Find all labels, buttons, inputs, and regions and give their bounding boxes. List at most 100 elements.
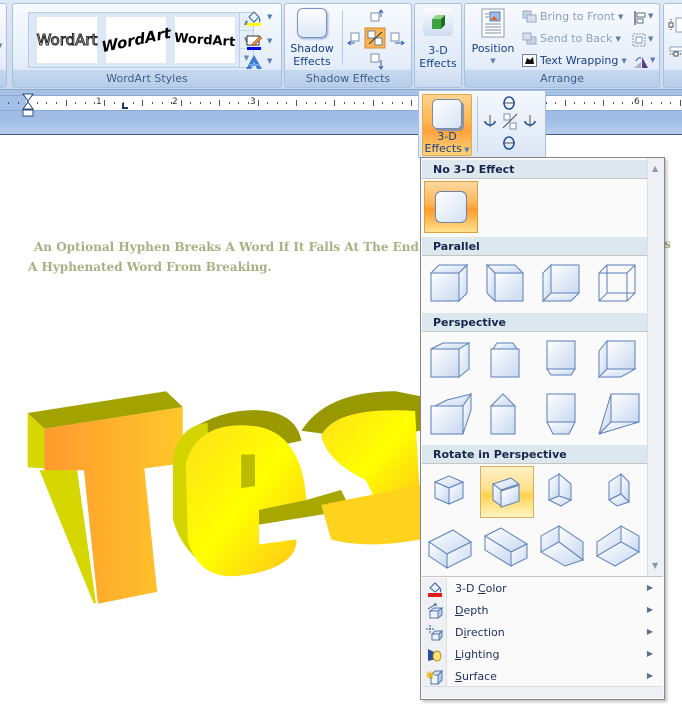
ruler-tick xyxy=(286,102,288,104)
ruler-tick xyxy=(17,102,19,104)
menu-item-3d-color[interactable]: 3-D Color ▶ xyxy=(422,578,663,600)
indent-marker-icon[interactable] xyxy=(22,93,34,117)
send-to-back-icon xyxy=(522,32,537,45)
green-cube-icon xyxy=(432,15,445,29)
wordart-style-slanted[interactable]: WordArt xyxy=(100,17,172,63)
ruler-tick xyxy=(46,102,48,104)
ruler-tick xyxy=(200,102,201,104)
ribbon-group-wordart-styles: WordArt WordArt WordArt ▲ ▼ ▼ ▼ ▼ ▼ Word… xyxy=(12,3,282,88)
3d-on-off-icon[interactable] xyxy=(502,113,518,130)
ruler-tick xyxy=(622,102,624,104)
rotate-perspective-option[interactable] xyxy=(536,466,590,518)
tab-stop-icon[interactable] xyxy=(122,103,128,109)
text-wrapping-icon xyxy=(522,54,537,67)
document-paragraph[interactable]: An Optional Hyphen Breaks A Word If It F… xyxy=(28,237,439,277)
rotate-perspective-option[interactable] xyxy=(424,520,478,572)
perspective-option[interactable] xyxy=(592,335,646,387)
wordart-style-outline[interactable]: WordArt xyxy=(36,17,98,63)
ribbon-group-arrange: Position ▼ Bring to Front ▼ Send to Back ▼… xyxy=(464,3,660,88)
group-label-arrange: Arrange xyxy=(465,70,659,87)
menu-item-direction[interactable]: Direction ▶ xyxy=(422,622,663,644)
shape-fill-button[interactable]: ▼ xyxy=(245,10,272,30)
ruler-tick xyxy=(315,102,317,104)
fill-color-bar xyxy=(247,23,261,26)
tilt-right-icon[interactable] xyxy=(524,115,536,127)
rotate-perspective-option[interactable] xyxy=(592,520,646,572)
ruler-tick xyxy=(190,102,192,104)
nudge-shadow-down-icon[interactable] xyxy=(370,53,384,70)
ruler-tick xyxy=(161,102,163,104)
rotate-perspective-option[interactable] xyxy=(536,520,590,572)
ruler-tick xyxy=(113,102,115,104)
menu-resize-grip[interactable] xyxy=(422,686,663,698)
ruler-tick xyxy=(660,102,662,104)
cube-preset-icon xyxy=(539,525,585,567)
group-button[interactable]: ▼ xyxy=(631,32,653,52)
shadow-on-off-icon[interactable] xyxy=(364,27,386,49)
perspective-option[interactable] xyxy=(592,388,646,440)
nudge-shadow-left-icon[interactable] xyxy=(347,32,360,46)
parallel-option[interactable] xyxy=(424,259,478,311)
tilt-left-icon[interactable] xyxy=(484,115,496,127)
parallel-option[interactable] xyxy=(592,259,646,311)
rotate-perspective-option[interactable] xyxy=(592,466,646,518)
send-to-back-button[interactable]: Send to Back ▼ xyxy=(522,32,621,45)
rotate-perspective-option[interactable] xyxy=(424,466,478,518)
rotate-perspective-option[interactable] xyxy=(480,520,534,572)
surface-icon xyxy=(426,669,444,685)
position-button[interactable]: Position ▼ xyxy=(469,8,517,68)
tilt-down-icon[interactable] xyxy=(503,136,515,150)
rotate-perspective-option[interactable] xyxy=(480,466,534,518)
ruler-tick xyxy=(248,102,249,104)
ruler-tick xyxy=(267,102,269,104)
nudge-shadow-up-icon[interactable] xyxy=(370,9,384,22)
perspective-option[interactable] xyxy=(536,335,590,387)
ruler-tick xyxy=(305,102,307,104)
wordart-style-arched[interactable]: WordArt xyxy=(174,17,236,63)
horizontal-ruler[interactable]: 1 2 3 6 xyxy=(0,95,682,111)
align-button[interactable]: ▼ xyxy=(633,10,653,29)
parallel-option[interactable] xyxy=(480,259,534,311)
perspective-option[interactable] xyxy=(536,388,590,440)
ribbon-group-shadow-effects: Shadow Effects ▼ Shadow Effects xyxy=(284,3,412,88)
ruler-tick xyxy=(219,100,221,106)
lighting-icon xyxy=(428,649,442,662)
nudge-shadow-right-icon[interactable] xyxy=(390,32,405,46)
menu-item-lighting[interactable]: Lighting ▶ xyxy=(422,644,663,666)
group-objects-icon xyxy=(632,33,646,47)
ruler-tick xyxy=(209,102,211,104)
chevron-down-icon[interactable]: ▼ xyxy=(0,42,2,50)
3d-effects-button[interactable]: 3-D Effects ▼ xyxy=(422,94,472,156)
bring-to-front-button[interactable]: Bring to Front ▼ xyxy=(522,10,623,23)
ruler-tick xyxy=(680,100,681,106)
menu-item-depth[interactable]: Depth ▶ xyxy=(422,600,663,622)
no-3d-effect-option[interactable] xyxy=(424,181,478,233)
perspective-option[interactable] xyxy=(424,335,478,387)
parallel-option[interactable] xyxy=(536,259,590,311)
menu-gallery-scrollbar[interactable]: ▲ ▼ xyxy=(647,158,664,576)
text-wrapping-button[interactable]: Text Wrapping ▼ xyxy=(522,54,627,67)
ruler-tick xyxy=(411,100,413,106)
ruler-tick xyxy=(612,102,614,104)
ruler-tick xyxy=(84,102,86,104)
perspective-option[interactable] xyxy=(480,388,534,440)
section-header-perspective: Perspective xyxy=(422,313,647,332)
shadow-effects-icon xyxy=(297,8,327,38)
submenu-arrow-icon: ▶ xyxy=(646,583,653,592)
tilt-controls xyxy=(484,96,536,150)
cube-preset-icon xyxy=(433,475,465,505)
scroll-down-icon[interactable]: ▼ xyxy=(652,561,658,570)
scroll-up-icon[interactable]: ▲ xyxy=(652,164,658,173)
section-header-no-3d: No 3-D Effect xyxy=(422,160,647,179)
wordart-3d-text[interactable] xyxy=(0,370,425,620)
shape-outline-button[interactable]: ▼ xyxy=(245,34,272,54)
ruler-tick xyxy=(228,102,230,104)
ruler-tick xyxy=(56,102,57,104)
tilt-up-icon[interactable] xyxy=(503,96,515,110)
ruler-tick xyxy=(555,102,557,104)
size-controls-icon[interactable] xyxy=(668,16,682,66)
perspective-option[interactable] xyxy=(480,335,534,387)
depth-icon xyxy=(427,603,444,619)
perspective-option[interactable] xyxy=(424,388,478,440)
menu-item-surface[interactable]: Surface ▶ xyxy=(422,666,663,688)
